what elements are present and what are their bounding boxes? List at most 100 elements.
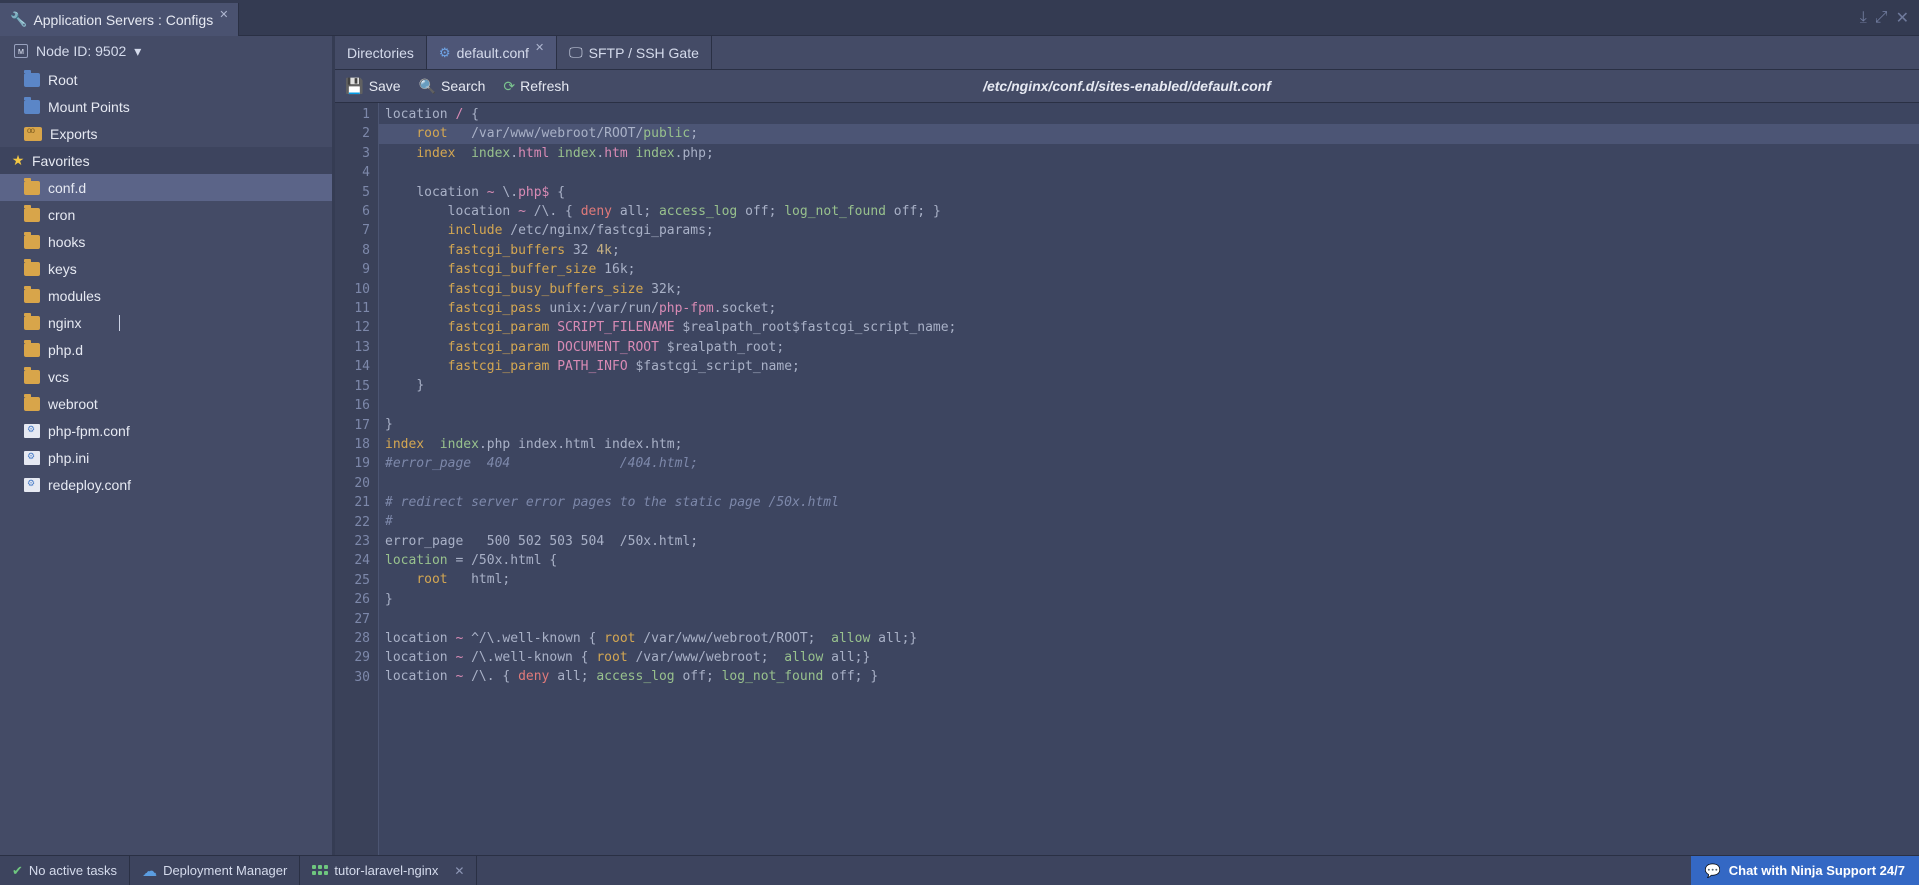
code-line[interactable] <box>385 609 1919 628</box>
tree-item-conf-d[interactable]: conf.d <box>0 174 332 201</box>
code-line[interactable]: include /etc/nginx/fastcgi_params; <box>385 221 1919 240</box>
environment-tab[interactable]: tutor-laravel-nginx ✕ <box>300 856 477 885</box>
code-line[interactable]: location ~ ^/\.well-known { root /var/ww… <box>385 629 1919 648</box>
code-line[interactable]: # <box>385 512 1919 531</box>
code-line[interactable]: fastcgi_pass unix:/var/run/php-fpm.socke… <box>385 299 1919 318</box>
code-area[interactable]: location / { root /var/www/webroot/ROOT/… <box>379 103 1919 855</box>
tree-item-nginx[interactable]: nginx <box>0 309 332 336</box>
code-line[interactable] <box>385 473 1919 492</box>
tree-item-php-d[interactable]: php.d <box>0 336 332 363</box>
editor-pane: Directories⚙default.conf✕🖵SFTP / SSH Gat… <box>335 36 1919 855</box>
code-line[interactable]: fastcgi_param SCRIPT_FILENAME $realpath_… <box>385 318 1919 337</box>
monitor-icon: 🖵 <box>569 44 583 61</box>
node-selector[interactable]: м Node ID: 9502 ▾ <box>0 36 332 66</box>
grid-icon <box>312 865 328 876</box>
tree-item-webroot[interactable]: webroot <box>0 390 332 417</box>
code-line[interactable]: } <box>385 415 1919 434</box>
folder-icon <box>24 289 40 303</box>
code-line[interactable]: #error_page 404 /404.html; <box>385 454 1919 473</box>
tree-item-label: Mount Points <box>48 99 130 115</box>
tree-item-php-ini[interactable]: php.ini <box>0 444 332 471</box>
code-line[interactable]: location = /50x.html { <box>385 551 1919 570</box>
cloud-icon: ☁ <box>142 862 157 880</box>
file-tab-directories[interactable]: Directories <box>335 36 427 69</box>
tree-item-label: conf.d <box>48 180 86 196</box>
tree-item-modules[interactable]: modules <box>0 282 332 309</box>
folder-icon <box>24 73 40 87</box>
folder-icon <box>24 262 40 276</box>
folder-icon <box>24 343 40 357</box>
refresh-icon: ⟳ <box>503 78 515 95</box>
tree-item-hooks[interactable]: hooks <box>0 228 332 255</box>
tree-item-redeploy-conf[interactable]: redeploy.conf <box>0 471 332 498</box>
folder-icon <box>24 397 40 411</box>
code-editor[interactable]: 1234567891011121314151617181920212223242… <box>335 103 1919 855</box>
tree-item-label: webroot <box>48 396 98 412</box>
tree-item-label: Root <box>48 72 78 88</box>
folder-icon <box>24 208 40 222</box>
tree-mount-points[interactable]: Mount Points <box>0 93 332 120</box>
file-icon <box>24 478 40 492</box>
save-label: Save <box>369 78 401 94</box>
code-line[interactable]: location ~ /\. { deny all; access_log of… <box>385 667 1919 686</box>
node-label: Node ID: 9502 <box>36 43 126 59</box>
code-line[interactable]: fastcgi_param PATH_INFO $fastcgi_script_… <box>385 357 1919 376</box>
code-line[interactable]: index index.php index.html index.htm; <box>385 435 1919 454</box>
search-button[interactable]: 🔍 Search <box>419 78 486 95</box>
refresh-button[interactable]: ⟳ Refresh <box>503 78 569 95</box>
star-icon: ★ <box>10 152 26 169</box>
code-line[interactable]: error_page 500 502 503 504 /50x.html; <box>385 532 1919 551</box>
code-line[interactable]: root html; <box>385 570 1919 589</box>
close-icon[interactable]: ✕ <box>219 8 228 21</box>
close-icon[interactable]: ✕ <box>454 864 464 878</box>
code-line[interactable]: location / { <box>385 105 1919 124</box>
file-path: /etc/nginx/conf.d/sites-enabled/default.… <box>983 78 1271 94</box>
tree-item-label: modules <box>48 288 101 304</box>
deploy-label: Deployment Manager <box>163 863 287 878</box>
tasks-label: No active tasks <box>29 863 117 878</box>
code-line[interactable]: location ~ /\. { deny all; access_log of… <box>385 202 1919 221</box>
code-line[interactable]: } <box>385 376 1919 395</box>
tree-item-php-fpm-conf[interactable]: php-fpm.conf <box>0 417 332 444</box>
tree-item-label: cron <box>48 207 75 223</box>
code-line[interactable]: # redirect server error pages to the sta… <box>385 493 1919 512</box>
code-line[interactable]: fastcgi_buffers 32 4k; <box>385 241 1919 260</box>
deployment-manager[interactable]: ☁ Deployment Manager <box>130 856 300 885</box>
save-button[interactable]: 💾 Save <box>345 77 401 95</box>
chat-support-button[interactable]: 💬 Chat with Ninja Support 24/7 <box>1691 856 1919 885</box>
tree-item-cron[interactable]: cron <box>0 201 332 228</box>
close-icon[interactable]: ✕ <box>535 41 544 54</box>
search-icon: 🔍 <box>419 78 436 95</box>
tree-exports[interactable]: Exports <box>0 120 332 147</box>
maximize-icon[interactable]: ⤢ <box>1875 9 1888 27</box>
tree-item-vcs[interactable]: vcs <box>0 363 332 390</box>
code-line[interactable]: location ~ /\.well-known { root /var/www… <box>385 648 1919 667</box>
tree-item-label: nginx <box>48 315 81 331</box>
tree-item-label: php-fpm.conf <box>48 423 130 439</box>
favorites-label: Favorites <box>32 153 90 169</box>
code-line[interactable] <box>385 396 1919 415</box>
code-line[interactable]: index index.html index.htm index.php; <box>385 144 1919 163</box>
refresh-label: Refresh <box>520 78 569 94</box>
code-line[interactable]: fastcgi_param DOCUMENT_ROOT $realpath_ro… <box>385 338 1919 357</box>
check-icon: ✔ <box>12 863 23 879</box>
code-line[interactable]: fastcgi_buffer_size 16k; <box>385 260 1919 279</box>
tree-root[interactable]: Root <box>0 66 332 93</box>
favorites-header: ★ Favorites <box>0 147 332 174</box>
close-window-icon[interactable]: ✕ <box>1896 8 1909 28</box>
tree-item-label: hooks <box>48 234 85 250</box>
file-tab-default-conf[interactable]: ⚙default.conf✕ <box>427 36 557 69</box>
download-icon[interactable]: ⤓ <box>1860 9 1867 27</box>
tree-item-keys[interactable]: keys <box>0 255 332 282</box>
file-tab-sftp-ssh-gate[interactable]: 🖵SFTP / SSH Gate <box>557 36 712 69</box>
wrench-icon: 🔧 <box>10 11 27 28</box>
tasks-status[interactable]: ✔ No active tasks <box>0 856 130 885</box>
window-tab-app-servers[interactable]: 🔧 Application Servers : Configs ✕ <box>0 3 239 36</box>
code-line[interactable] <box>385 163 1919 182</box>
code-line[interactable]: } <box>385 590 1919 609</box>
chat-icon: 💬 <box>1705 863 1721 879</box>
code-line[interactable]: location ~ \.php$ { <box>385 183 1919 202</box>
folder-icon <box>24 100 40 114</box>
code-line[interactable]: fastcgi_busy_buffers_size 32k; <box>385 280 1919 299</box>
node-icon: м <box>14 44 28 58</box>
